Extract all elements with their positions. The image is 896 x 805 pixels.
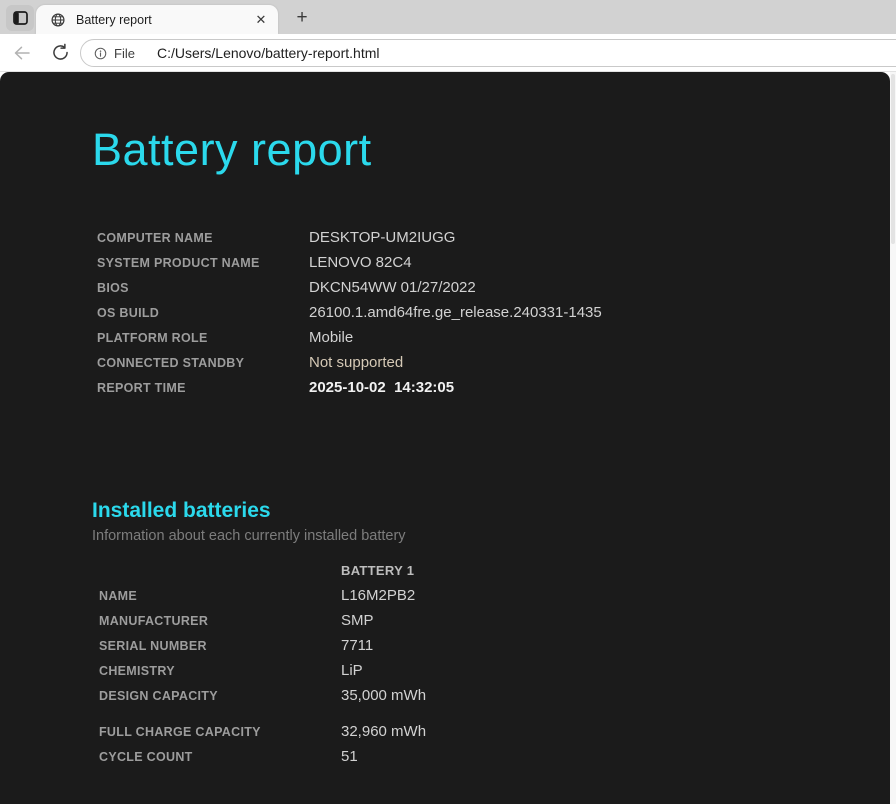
installed-batteries-subtitle: Information about each currently install… (92, 526, 890, 546)
back-arrow-icon (12, 43, 32, 63)
row-label: OS BUILD (97, 306, 309, 320)
back-button[interactable] (8, 43, 36, 63)
page-title: Battery report (92, 124, 890, 176)
row-label: NAME (99, 589, 341, 603)
row-value: DESKTOP-UM2IUGG (309, 229, 455, 246)
row-value: 35,000 mWh (341, 687, 426, 704)
scrollbar-thumb[interactable] (891, 74, 895, 244)
row-label: COMPUTER NAME (97, 231, 309, 245)
table-row: REPORT TIME 2025-10-02 14:32:05 (97, 375, 890, 400)
row-label: PLATFORM ROLE (97, 331, 309, 345)
page-viewport: Battery report COMPUTER NAME DESKTOP-UM2… (0, 72, 896, 804)
navigation-bar: File C:/Users/Lenovo/battery-report.html (0, 34, 896, 72)
battery-report-page: Battery report COMPUTER NAME DESKTOP-UM2… (0, 72, 890, 804)
url-scheme-label: File (114, 46, 135, 61)
row-value: LENOVO 82C4 (309, 254, 412, 271)
system-info-table: COMPUTER NAME DESKTOP-UM2IUGG SYSTEM PRO… (97, 225, 890, 400)
table-row: FULL CHARGE CAPACITY 32,960 mWh (99, 719, 890, 744)
table-row: CYCLE COUNT 51 (99, 744, 890, 769)
tab-actions-menu-button[interactable] (6, 5, 34, 31)
table-row: MANUFACTURER SMP (99, 608, 890, 633)
row-value: 26100.1.amd64fre.ge_release.240331-1435 (309, 304, 602, 321)
tab-close-button[interactable]: ✕ (252, 11, 270, 29)
table-row: CHEMISTRY LiP (99, 658, 890, 683)
table-row: COMPUTER NAME DESKTOP-UM2IUGG (97, 225, 890, 250)
row-label: CONNECTED STANDBY (97, 356, 309, 370)
table-row: PLATFORM ROLE Mobile (97, 325, 890, 350)
tab-battery-report[interactable]: Battery report ✕ (36, 5, 278, 34)
address-bar[interactable]: File C:/Users/Lenovo/battery-report.html (80, 39, 896, 67)
row-value: 7711 (341, 637, 373, 654)
row-value: L16M2PB2 (341, 587, 415, 604)
refresh-icon (51, 43, 70, 62)
tab-title: Battery report (76, 13, 252, 27)
row-value: Mobile (309, 329, 353, 346)
table-row: OS BUILD 26100.1.amd64fre.ge_release.240… (97, 300, 890, 325)
row-label: CYCLE COUNT (99, 750, 341, 764)
browser-window: Battery report ✕ + (0, 0, 896, 805)
url-text[interactable]: C:/Users/Lenovo/battery-report.html (157, 45, 380, 61)
table-row: SERIAL NUMBER 7711 (99, 633, 890, 658)
tab-actions-menu-icon (13, 11, 28, 25)
row-value: DKCN54WW 01/27/2022 (309, 279, 476, 296)
row-label: REPORT TIME (97, 381, 309, 395)
row-value: 51 (341, 748, 358, 765)
info-icon[interactable] (93, 46, 108, 61)
battery-table: BATTERY 1 NAME L16M2PB2 MANUFACTURER SMP… (99, 558, 890, 769)
battery-column-header: BATTERY 1 (341, 563, 414, 578)
row-value: Not supported (309, 354, 403, 371)
globe-icon (50, 12, 66, 28)
new-tab-button[interactable]: + (288, 5, 316, 31)
table-row: NAME L16M2PB2 (99, 583, 890, 608)
table-row: DESIGN CAPACITY 35,000 mWh (99, 683, 890, 708)
row-value: LiP (341, 662, 363, 679)
row-label: CHEMISTRY (99, 664, 341, 678)
row-value: SMP (341, 612, 374, 629)
refresh-button[interactable] (46, 43, 74, 62)
table-row: BIOS DKCN54WW 01/27/2022 (97, 275, 890, 300)
table-section-gap (99, 708, 890, 719)
tab-strip: Battery report ✕ + (0, 0, 896, 34)
row-label: MANUFACTURER (99, 614, 341, 628)
table-row: CONNECTED STANDBY Not supported (97, 350, 890, 375)
table-header-row: BATTERY 1 (99, 558, 890, 583)
scrollbar[interactable] (890, 72, 896, 804)
installed-batteries-heading: Installed batteries (92, 499, 890, 523)
table-row: SYSTEM PRODUCT NAME LENOVO 82C4 (97, 250, 890, 275)
row-label: DESIGN CAPACITY (99, 689, 341, 703)
row-value: 32,960 mWh (341, 723, 426, 740)
row-label: SERIAL NUMBER (99, 639, 341, 653)
row-value: 2025-10-02 14:32:05 (309, 379, 454, 396)
row-label: BIOS (97, 281, 309, 295)
row-label: SYSTEM PRODUCT NAME (97, 256, 309, 270)
row-label: FULL CHARGE CAPACITY (99, 725, 341, 739)
